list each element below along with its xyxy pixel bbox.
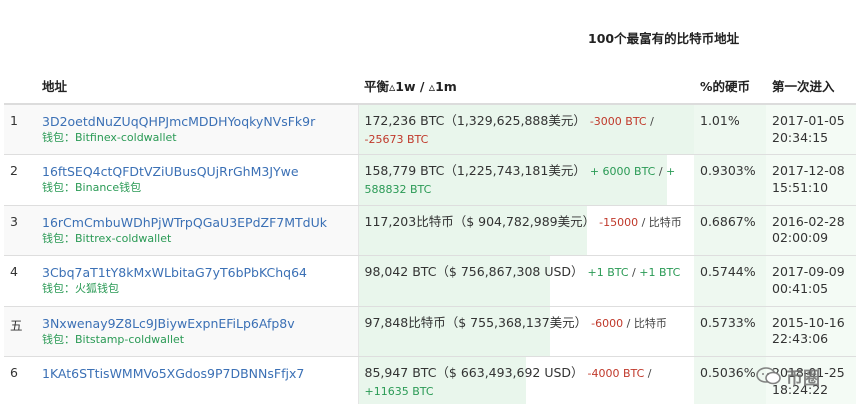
- row-index: 1: [4, 104, 36, 155]
- page-title: 100个最富有的比特币地址: [588, 31, 740, 46]
- address-link[interactable]: 16ftSEQ4ctQFDtVZiUBusQUjRrGhM3JYwe: [42, 163, 352, 180]
- col-percent[interactable]: %的硬币: [694, 66, 766, 105]
- change-separator: /: [623, 316, 634, 330]
- first-in-date: 2017-12-08: [772, 163, 845, 178]
- first-in-cell: 2017-12-08 15:51:10: [766, 154, 856, 206]
- change-1m: 比特币: [648, 215, 682, 229]
- balance-amount: 85,947 BTC（$ 663,493,692 USD）: [364, 365, 584, 380]
- watermark-text: 币圈: [786, 368, 820, 389]
- balance-text: 97,848比特币（$ 755,368,137美元） -6000 / 比特币: [365, 315, 689, 333]
- wallet-label[interactable]: 钱包：Bittrex-coldwallet: [42, 231, 352, 246]
- percent-cell: 0.6867%: [694, 205, 766, 256]
- address-cell: 16rCmCmbuWDhPjWTrpQGaU3EPdZF7MTdUk 钱包：Bit…: [36, 205, 359, 256]
- first-in-date: 2017-01-05: [772, 113, 845, 128]
- first-in-time: 02:00:09: [772, 230, 829, 245]
- row-index: 五: [4, 306, 36, 357]
- row-index: 2: [4, 154, 36, 206]
- percent-cell: 0.5733%: [694, 306, 766, 357]
- row-index: 4: [4, 255, 36, 307]
- change-1m: 比特币: [633, 316, 667, 330]
- first-in-time: 15:51:10: [772, 179, 829, 195]
- first-in-date: 2015-10-16: [772, 314, 845, 330]
- row-index: 3: [4, 205, 36, 256]
- balance-cell: 158,779 BTC（1,225,743,181美元） + 6000 BTC …: [358, 154, 694, 206]
- change-1w: -4000 BTC: [587, 367, 645, 380]
- col-index: [4, 66, 36, 105]
- table-row: 五 3Nxwenay9Z8Lc9JBiywExpnEFiLp6Afp8v 钱包：Bi…: [4, 306, 856, 357]
- balance-text: 117,203比特币（$ 904,782,989美元） -15000 / 比特币: [365, 214, 689, 232]
- balance-amount: 158,779 BTC（1,225,743,181美元）: [364, 163, 586, 178]
- change-1w: -15000: [599, 215, 639, 229]
- address-link[interactable]: 3D2oetdNuZUqQHPJmcMDDHYoqkyNVsFk9r: [42, 113, 352, 130]
- wallet-label[interactable]: 钱包：Bitstamp-coldwallet: [42, 332, 352, 347]
- balance-text: 98,042 BTC（$ 756,867,308 USD） +1 BTC / +…: [365, 264, 689, 282]
- address-cell: 1KAt6STtisWMMVo5XGdos9P7DBNNsFfjx7: [36, 356, 359, 404]
- balance-text: 85,947 BTC（$ 663,493,692 USD） -4000 BTC …: [365, 365, 689, 400]
- wallet-label[interactable]: 钱包：Bitfinex-coldwallet: [42, 130, 352, 145]
- change-1m: +1 BTC: [639, 266, 681, 279]
- change-separator: /: [655, 165, 667, 178]
- balance-amount: 172,236 BTC（1,329,625,888美元）: [364, 113, 586, 128]
- table-header-row: 地址 平衡▵1w / ▵1m %的硬币 第一次进入: [4, 66, 856, 105]
- first-in-time: 20:34:15: [772, 129, 829, 145]
- change-separator: /: [628, 266, 640, 279]
- row-index: 6: [4, 356, 36, 404]
- address-link[interactable]: 1KAt6STtisWMMVo5XGdos9P7DBNNsFfjx7: [42, 365, 352, 382]
- address-cell: 16ftSEQ4ctQFDtVZiUBusQUjRrGhM3JYwe 钱包：Bin…: [36, 154, 359, 206]
- table-row: 4 3Cbq7aT1tY8kMxWLbitaG7yT6bPbKChq64 钱包：火狐…: [4, 255, 856, 307]
- change-1m: +11635 BTC: [364, 384, 434, 398]
- first-in-cell: 2017-01-05 20:34:15: [766, 104, 856, 155]
- change-separator: /: [644, 367, 652, 380]
- percent-cell: 0.5744%: [694, 255, 766, 307]
- address-link[interactable]: 3Cbq7aT1tY8kMxWLbitaG7yT6bPbKChq64: [42, 264, 352, 281]
- percent-cell: 0.9303%: [694, 154, 766, 206]
- balance-cell: 117,203比特币（$ 904,782,989美元） -15000 / 比特币: [358, 205, 694, 256]
- first-in-time: 00:41:05: [772, 280, 829, 296]
- balance-cell: 85,947 BTC（$ 663,493,692 USD） -4000 BTC …: [358, 356, 694, 404]
- wallet-label[interactable]: 钱包：火狐钱包: [42, 281, 352, 296]
- table-row: 2 16ftSEQ4ctQFDtVZiUBusQUjRrGhM3JYwe 钱包：Bi…: [4, 154, 856, 206]
- first-in-cell: 2015-10-16 22:43:06: [766, 306, 856, 357]
- address-cell: 3Nxwenay9Z8Lc9JBiywExpnEFiLp6Afp8v 钱包：Bit…: [36, 306, 359, 357]
- change-1m: -25673 BTC: [364, 132, 429, 146]
- percent-cell: 1.01%: [694, 104, 766, 155]
- wallet-label[interactable]: 钱包：Binance钱包: [42, 180, 352, 195]
- balance-amount: 117,203比特币（$ 904,782,989美元）: [364, 213, 596, 229]
- address-cell: 3D2oetdNuZUqQHPJmcMDDHYoqkyNVsFk9r 钱包：Bit…: [36, 104, 359, 155]
- first-in-date: 2016-02-28: [772, 213, 845, 229]
- address-link[interactable]: 16rCmCmbuWDhPjWTrpQGaU3EPdZF7MTdUk: [42, 214, 352, 231]
- first-in-time: 22:43:06: [772, 331, 829, 346]
- address-cell: 3Cbq7aT1tY8kMxWLbitaG7yT6bPbKChq64 钱包：火狐钱…: [36, 255, 359, 307]
- balance-cell: 97,848比特币（$ 755,368,137美元） -6000 / 比特币: [358, 306, 694, 357]
- address-link[interactable]: 3Nxwenay9Z8Lc9JBiywExpnEFiLp6Afp8v: [42, 315, 352, 332]
- watermark: 币圈: [756, 356, 856, 396]
- table-row: 3 16rCmCmbuWDhPjWTrpQGaU3EPdZF7MTdUk 钱包：Bi…: [4, 205, 856, 256]
- col-first-in[interactable]: 第一次进入: [766, 66, 856, 105]
- col-balance[interactable]: 平衡▵1w / ▵1m: [358, 66, 694, 105]
- first-in-cell: 2016-02-28 02:00:09: [766, 205, 856, 256]
- balance-text: 158,779 BTC（1,225,743,181美元） + 6000 BTC …: [365, 163, 689, 198]
- first-in-cell: 2017-09-09 00:41:05: [766, 255, 856, 307]
- balance-text: 172,236 BTC（1,329,625,888美元） -3000 BTC /…: [365, 113, 689, 148]
- first-in-date: 2017-09-09: [772, 264, 845, 279]
- change-1w: +1 BTC: [587, 266, 629, 279]
- change-separator: /: [646, 115, 654, 128]
- col-address[interactable]: 地址: [36, 66, 358, 105]
- change-1w: + 6000 BTC: [589, 165, 656, 178]
- change-1w: -6000: [591, 316, 624, 330]
- table-row: 6 1KAt6STtisWMMVo5XGdos9P7DBNNsFfjx7 85,94…: [4, 356, 856, 404]
- balance-amount: 97,848比特币（$ 755,368,137美元）: [364, 314, 588, 330]
- wechat-icon: [756, 367, 781, 385]
- table-row: 1 3D2oetdNuZUqQHPJmcMDDHYoqkyNVsFk9r 钱包：Bi…: [4, 104, 856, 155]
- change-1w: -3000 BTC: [589, 115, 647, 128]
- balance-cell: 172,236 BTC（1,329,625,888美元） -3000 BTC /…: [358, 104, 694, 155]
- balance-amount: 98,042 BTC（$ 756,867,308 USD）: [364, 264, 584, 279]
- table-body: 1 3D2oetdNuZUqQHPJmcMDDHYoqkyNVsFk9r 钱包：Bi…: [4, 104, 856, 404]
- balance-cell: 98,042 BTC（$ 756,867,308 USD） +1 BTC / +…: [358, 255, 694, 307]
- rich-list-table: 地址 平衡▵1w / ▵1m %的硬币 第一次进入 1 3D2oetdNuZUqQ…: [4, 66, 856, 404]
- change-separator: /: [638, 215, 649, 229]
